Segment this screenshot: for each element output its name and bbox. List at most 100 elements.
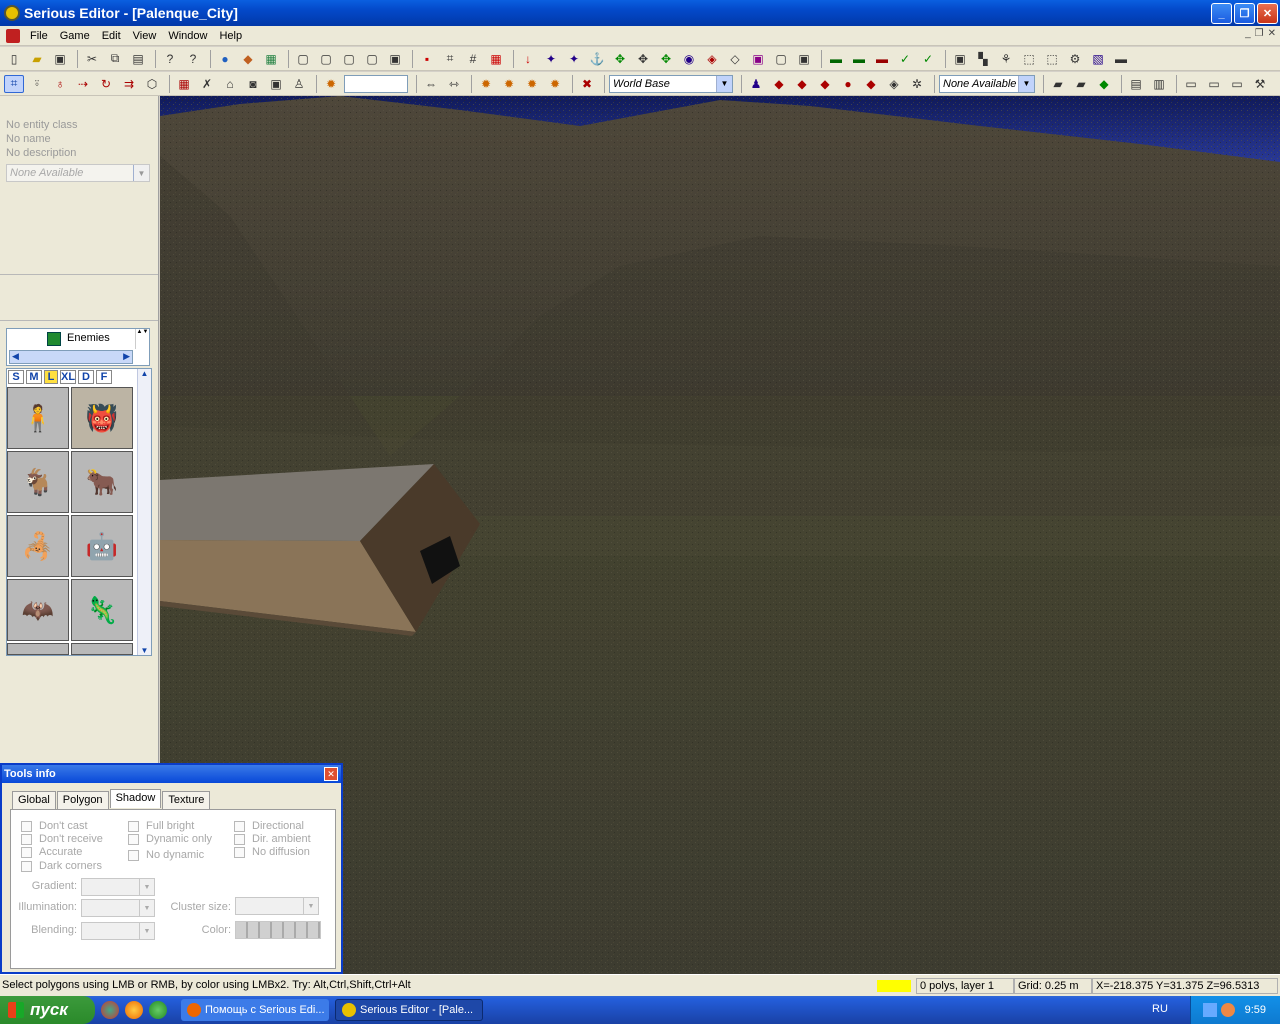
enemy-thumbnail[interactable]: 👹 [71,387,133,449]
chevron-down-icon[interactable]: ▼ [139,879,154,895]
size-tab-xl[interactable]: XL [60,370,76,384]
help-icon[interactable]: ? [160,50,180,68]
taskbar-item-help[interactable]: Помощь с Serious Edi... [181,999,329,1021]
new-icon[interactable]: ▯ [4,50,24,68]
tool-icon[interactable]: ▰ [1048,75,1068,93]
tool-icon[interactable]: ▬ [1111,50,1131,68]
tool-icon[interactable]: ✦ [541,50,561,68]
tool-icon[interactable]: ⚓ [587,50,607,68]
tool-icon[interactable]: ◉ [679,50,699,68]
tool-icon[interactable]: ▢ [293,50,313,68]
minimize-button[interactable]: _ [1211,3,1232,24]
tool-icon[interactable]: ▢ [362,50,382,68]
network-icon[interactable] [1202,1003,1217,1017]
tool-icon[interactable]: ▰ [1071,75,1091,93]
dont-cast-checkbox[interactable]: Don't cast [21,820,88,832]
none-available-combo[interactable]: None Available ▼ [939,74,1035,93]
tool-icon[interactable]: ✹ [545,75,565,93]
menu-view[interactable]: View [127,30,163,42]
folder-tree[interactable]: Enemies ▲▼ ◀ ▶ [6,328,150,366]
tool-icon[interactable]: ▤ [1126,75,1146,93]
enemy-thumbnail[interactable]: 🧍 [7,387,69,449]
check-icon[interactable]: ✓ [918,50,938,68]
enemy-thumbnail[interactable]: 🤖 [71,515,133,577]
tool-icon[interactable]: ⚙ [1065,50,1085,68]
tool-icon[interactable]: ⚘ [996,50,1016,68]
enemy-thumbnail[interactable] [7,643,69,655]
chevron-down-icon[interactable]: ▼ [133,165,149,181]
chevron-down-icon[interactable]: ▼ [716,75,732,92]
tool-icon[interactable]: ✦ [564,50,584,68]
tree-hscrollbar[interactable]: ◀ ▶ [9,350,133,364]
language-indicator[interactable]: RU [1152,1003,1168,1015]
enemy-thumbnail[interactable] [71,643,133,655]
tool-icon[interactable]: ✹ [321,75,341,93]
check-icon[interactable]: ✓ [895,50,915,68]
no-dynamic-checkbox[interactable]: No dynamic [128,849,204,861]
tool-icon[interactable]: ♁ [50,75,70,93]
tool-icon[interactable]: ⌂ [220,75,240,93]
tool-icon[interactable]: ▢ [771,50,791,68]
enemy-thumbnail[interactable]: 🐐 [7,451,69,513]
entity-property-combo[interactable]: None Available ▼ [6,164,150,182]
tab-shadow[interactable]: Shadow [109,789,162,808]
context-help-icon[interactable]: ? [183,50,203,68]
tool-icon[interactable]: ⍤ [27,75,47,93]
layer-icon[interactable]: ▬ [849,50,869,68]
blending-select[interactable]: ▼ [81,922,155,940]
tab-texture[interactable]: Texture [162,791,211,810]
tool-icon[interactable]: ↻ [96,75,116,93]
color-picker[interactable] [235,921,321,939]
paste-icon[interactable]: ▤ [128,50,148,68]
dark-corners-checkbox[interactable]: Dark corners [21,860,102,872]
menu-help[interactable]: Help [213,30,248,42]
menu-window[interactable]: Window [162,30,213,42]
tool-icon[interactable]: ✹ [476,75,496,93]
scroll-right-icon[interactable]: ▶ [123,351,130,362]
tool-icon[interactable]: ▣ [794,50,814,68]
tool-icon[interactable]: ▚ [973,50,993,68]
scroll-left-icon[interactable]: ◀ [12,351,19,362]
scroll-down-icon[interactable]: ▼ [138,646,151,655]
tool-icon[interactable]: ↓ [518,50,538,68]
tool-icon[interactable]: ▧ [1088,50,1108,68]
size-tab-s[interactable]: S [8,370,24,384]
chevron-down-icon[interactable]: ▼ [303,898,318,914]
tool-icon[interactable]: ▢ [339,50,359,68]
palette-scrollbar[interactable]: ▲ ▼ [137,369,151,655]
enemy-thumbnail[interactable]: 🦎 [71,579,133,641]
start-button[interactable]: пуск [0,996,95,1024]
world-base-combo[interactable]: World Base ▼ [609,74,733,93]
size-tab-m[interactable]: M [26,370,42,384]
browse-icon[interactable]: ◆ [238,50,258,68]
tool-icon[interactable]: ▭ [1181,75,1201,93]
tool-icon[interactable]: ▦ [486,50,506,68]
size-tab-f[interactable]: F [96,370,112,384]
tool-icon[interactable]: ✲ [907,75,927,93]
tree-scroll-icon[interactable]: ▲▼ [135,329,149,349]
tool-icon[interactable]: ✹ [499,75,519,93]
mdi-minimize-icon[interactable]: _ [1245,28,1251,39]
tool-icon[interactable]: ▭ [1227,75,1247,93]
picture-icon[interactable]: ▦ [261,50,281,68]
no-diffusion-checkbox[interactable]: No diffusion [234,846,310,858]
chrome-icon[interactable] [101,1001,119,1019]
dir-ambient-checkbox[interactable]: Dir. ambient [234,833,311,845]
cross-tool-icon[interactable]: ✖ [577,75,597,93]
open-icon[interactable]: ▰ [27,50,47,68]
tool-icon[interactable]: ▣ [385,50,405,68]
restore-button[interactable]: ❐ [1234,3,1255,24]
chevron-down-icon[interactable]: ▼ [139,923,154,939]
close-button[interactable]: ✕ [1257,3,1278,24]
tool-icon[interactable]: ◆ [1094,75,1114,93]
tool-icon[interactable]: ◇ [725,50,745,68]
tool-icon[interactable]: ⬚ [1019,50,1039,68]
menu-edit[interactable]: Edit [96,30,127,42]
layer-icon[interactable]: ▬ [826,50,846,68]
tab-global[interactable]: Global [12,791,56,810]
tool-icon[interactable]: ♙ [289,75,309,93]
tool-icon[interactable]: ▪ [417,50,437,68]
tool-icon[interactable]: ◈ [884,75,904,93]
menu-file[interactable]: File [24,30,54,42]
tool-icon[interactable]: ▭ [1204,75,1224,93]
